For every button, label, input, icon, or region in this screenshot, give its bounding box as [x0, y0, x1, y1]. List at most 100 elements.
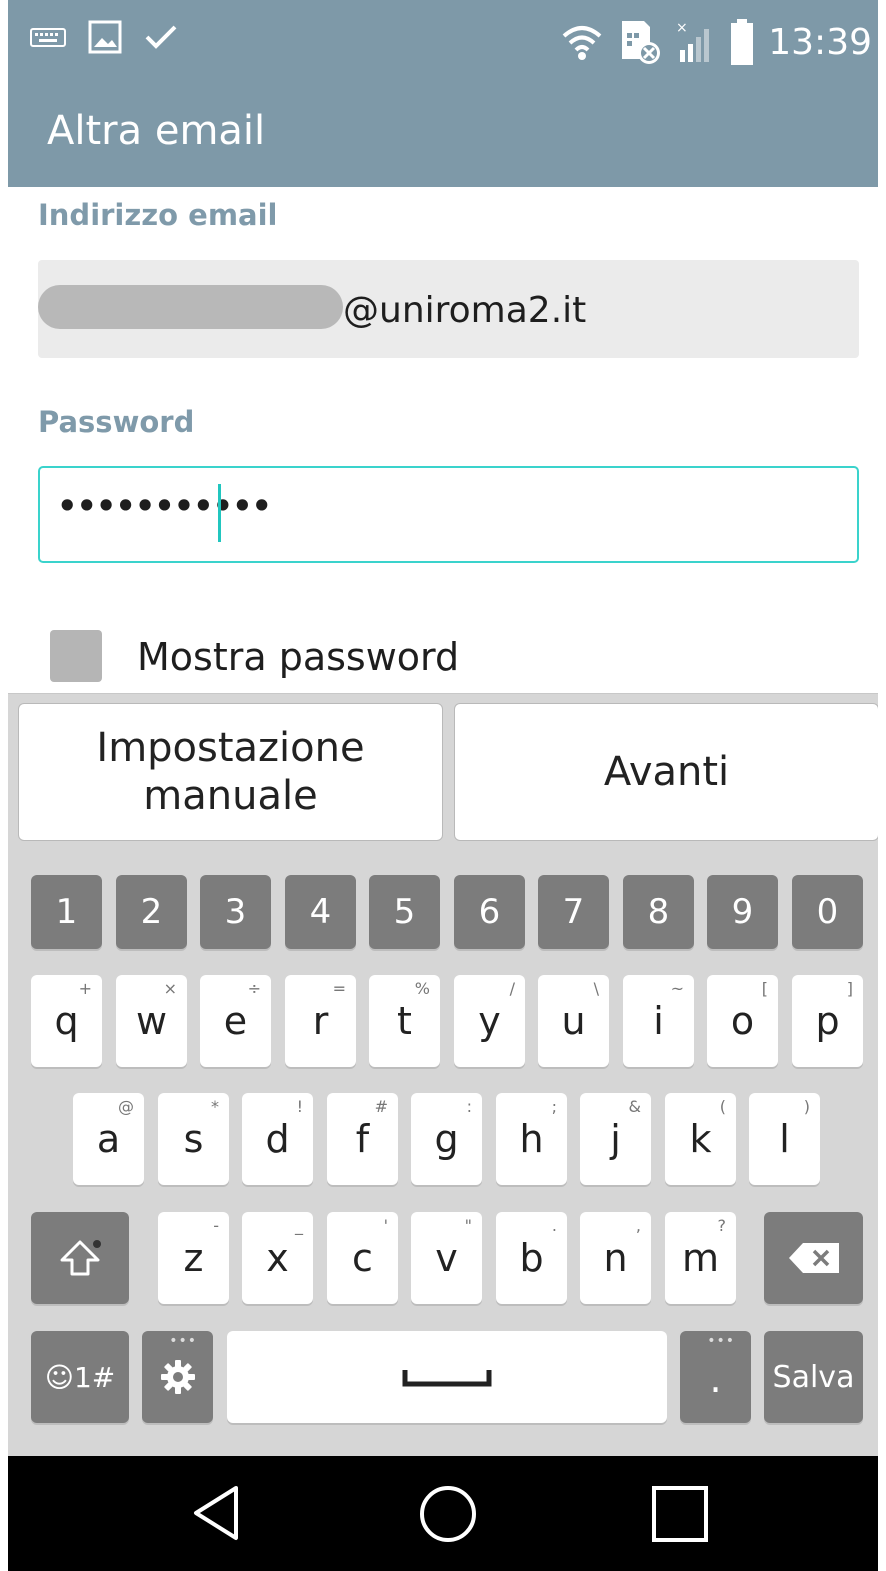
- recents-icon[interactable]: [650, 1484, 710, 1544]
- key-y[interactable]: y /: [454, 975, 525, 1067]
- key-s[interactable]: s *: [158, 1093, 229, 1185]
- more-dots: •••: [169, 1333, 197, 1349]
- key-label: j: [610, 1117, 621, 1161]
- key-k[interactable]: k(: [665, 1093, 736, 1185]
- key-z[interactable]: z-: [158, 1212, 229, 1304]
- key-i[interactable]: i ~: [623, 975, 694, 1067]
- key-label: a: [96, 1117, 121, 1161]
- key-alt-label: ×: [163, 979, 177, 998]
- show-password-label[interactable]: Mostra password: [137, 635, 459, 679]
- key-alt-label: -: [213, 1216, 219, 1235]
- key-w[interactable]: w ×: [116, 975, 187, 1067]
- shift-icon: [60, 1240, 101, 1276]
- email-label: Indirizzo email: [38, 198, 278, 232]
- key-label: x: [266, 1236, 289, 1280]
- key-alt-label: @: [118, 1097, 134, 1116]
- space-key[interactable]: [227, 1331, 667, 1423]
- key-4[interactable]: 4: [285, 875, 356, 949]
- left-border: [0, 0, 8, 1571]
- home-icon[interactable]: [418, 1484, 478, 1544]
- manual-setup-button[interactable]: Impostazione manuale: [18, 703, 443, 841]
- right-border: [878, 0, 886, 1571]
- key-alt-label: ?: [717, 1216, 727, 1235]
- key-alt-label: &: [628, 1097, 641, 1116]
- email-value: @uniroma2.it: [343, 290, 587, 331]
- back-icon[interactable]: [190, 1484, 242, 1542]
- key-alt-label: ': [383, 1216, 388, 1235]
- key-n[interactable]: n,: [580, 1212, 651, 1304]
- password-label: Password: [38, 405, 195, 439]
- key-c[interactable]: c ': [327, 1212, 398, 1304]
- key-x[interactable]: x _: [242, 1212, 313, 1304]
- key-label: b: [519, 1236, 544, 1280]
- key-alt-label: ;: [551, 1097, 557, 1116]
- key-q[interactable]: q +: [31, 975, 102, 1067]
- key-label: f: [355, 1117, 370, 1161]
- key-label: 9: [731, 892, 754, 932]
- key-label: 4: [309, 892, 332, 932]
- key-7[interactable]: 7: [538, 875, 609, 949]
- key-d[interactable]: d!: [242, 1093, 313, 1185]
- key-label: y: [478, 999, 501, 1043]
- key-alt-label: +: [78, 979, 92, 998]
- key-alt-label: =: [332, 979, 346, 998]
- key-9[interactable]: 9: [707, 875, 778, 949]
- key-alt-label: ]: [846, 979, 853, 998]
- key-8[interactable]: 8: [623, 875, 694, 949]
- key-1[interactable]: 1: [31, 875, 102, 949]
- symbols-key[interactable]: ☺1#: [31, 1331, 129, 1423]
- key-u[interactable]: u \: [538, 975, 609, 1067]
- text-cursor: [218, 484, 221, 542]
- show-password-checkbox[interactable]: [50, 630, 102, 682]
- key-label: g: [434, 1117, 459, 1161]
- key-p[interactable]: p]: [792, 975, 863, 1067]
- key-l[interactable]: l): [749, 1093, 820, 1185]
- key-t[interactable]: t%: [369, 975, 440, 1067]
- settings-key[interactable]: •••: [142, 1331, 213, 1423]
- next-button[interactable]: Avanti: [454, 703, 879, 841]
- backspace-icon: [788, 1243, 839, 1273]
- key-v[interactable]: v ": [411, 1212, 482, 1304]
- status-time: 13:39: [768, 21, 872, 63]
- key-label: q: [54, 999, 79, 1043]
- key-2[interactable]: 2: [116, 875, 187, 949]
- key-label: 8: [647, 892, 670, 932]
- key-label: m: [681, 1236, 720, 1280]
- manual-setup-label: Impostazione manuale: [96, 725, 365, 819]
- key-label: k: [689, 1117, 712, 1161]
- key-h[interactable]: h;: [496, 1093, 567, 1185]
- key-alt-label: .: [551, 1216, 557, 1235]
- key-j[interactable]: j &: [580, 1093, 651, 1185]
- key-o[interactable]: o[: [707, 975, 778, 1067]
- wifi-icon: [562, 26, 602, 60]
- key-f[interactable]: f #: [327, 1093, 398, 1185]
- key-label: 1: [55, 892, 78, 932]
- key-label: l: [779, 1117, 790, 1161]
- key-alt-label: _: [295, 1216, 303, 1235]
- key-alt-label: [: [761, 979, 768, 998]
- save-key[interactable]: Salva: [764, 1331, 863, 1423]
- key-3[interactable]: 3: [200, 875, 271, 949]
- key-alt-label: *: [211, 1097, 219, 1116]
- key-e[interactable]: e ÷: [200, 975, 271, 1067]
- key-label: u: [561, 999, 586, 1043]
- password-value: •••••••••••: [57, 487, 272, 525]
- key-g[interactable]: g:: [411, 1093, 482, 1185]
- key-b[interactable]: b.: [496, 1212, 567, 1304]
- check-icon: [145, 25, 177, 49]
- signal-icon: ×: [676, 20, 710, 62]
- key-label: 3: [224, 892, 247, 932]
- key-0[interactable]: 0: [792, 875, 863, 949]
- key-alt-label: ,: [635, 1216, 641, 1235]
- key-5[interactable]: 5: [369, 875, 440, 949]
- period-key[interactable]: . •••: [680, 1331, 751, 1423]
- svg-text:×: ×: [676, 20, 688, 36]
- key-a[interactable]: a @: [73, 1093, 144, 1185]
- key-6[interactable]: 6: [454, 875, 525, 949]
- key-r[interactable]: r =: [285, 975, 356, 1067]
- key-m[interactable]: m?: [665, 1212, 736, 1304]
- key-alt-label: ÷: [247, 979, 261, 998]
- key-label: 7: [562, 892, 585, 932]
- backspace-key[interactable]: [764, 1212, 863, 1304]
- shift-key[interactable]: [31, 1212, 129, 1304]
